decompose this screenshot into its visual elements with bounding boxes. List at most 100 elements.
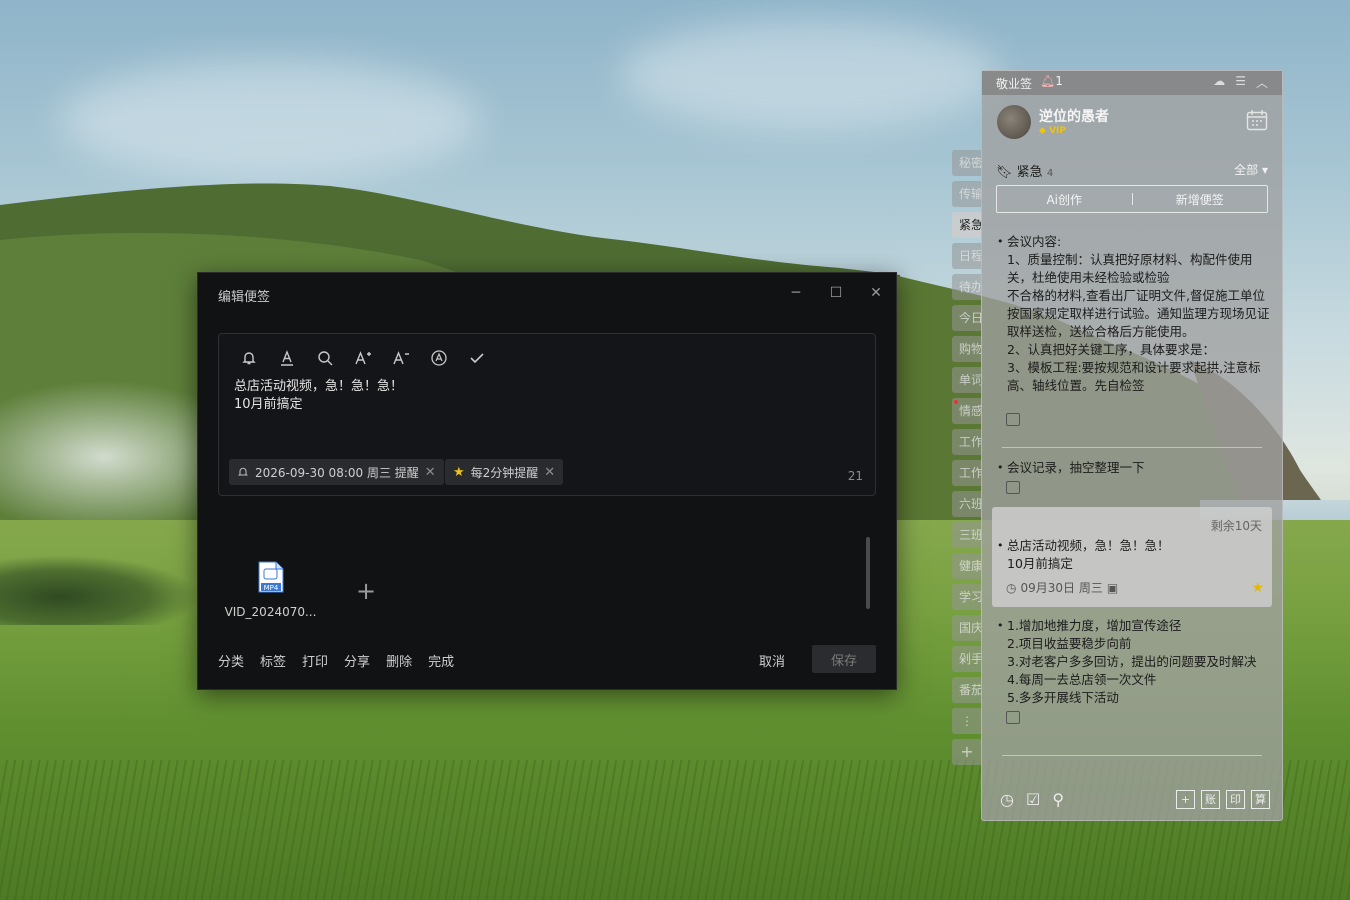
tab-category[interactable]: 日程 xyxy=(952,243,982,269)
tab-category[interactable]: 购物 xyxy=(952,336,982,362)
ai-create-button[interactable]: Ai创作 xyxy=(997,191,1132,208)
complete-button[interactable]: 完成 xyxy=(428,651,454,670)
ledger-button[interactable]: 账 xyxy=(1201,790,1220,809)
bell-icon: 🔔︎ xyxy=(1040,74,1056,88)
cloud-icon[interactable]: ☁ xyxy=(1213,74,1225,91)
save-button[interactable]: 保存 xyxy=(812,645,876,673)
panel-titlebar: 敬业签 🔔︎1 ☁ ☰ ︿ xyxy=(982,71,1282,95)
bell-icon xyxy=(237,467,249,476)
cancel-button[interactable]: 取消 xyxy=(759,651,785,670)
tab-category[interactable]: 番茄 xyxy=(952,677,982,703)
checklist-icon[interactable]: ☑ xyxy=(1026,790,1040,809)
reminder-chip-label: 2026-09-30 08:00 周三 提醒 xyxy=(255,465,419,480)
mp4-file-icon: MP4 xyxy=(258,561,284,593)
svg-text:MP4: MP4 xyxy=(263,584,278,592)
dialog-action-bar: 分类 标签 打印 分享 删除 完成 xyxy=(218,651,454,670)
tab-category[interactable]: 学习 xyxy=(952,584,982,610)
tab-category[interactable]: 国庆 xyxy=(952,615,982,641)
notes-panel: 敬业签 🔔︎1 ☁ ☰ ︿ 逆位的愚者 ◆ VIP 🔖︎ 紧急 4 全部 ▾ A… xyxy=(981,70,1283,821)
tab-category[interactable]: 传输 xyxy=(952,181,982,207)
bell-icon[interactable] xyxy=(237,346,261,370)
tab-category-active[interactable]: 紧急 xyxy=(952,212,982,238)
notification-badge[interactable]: 🔔︎1 xyxy=(1040,74,1063,88)
attachment-icon xyxy=(1006,413,1020,426)
attachment-item[interactable]: MP4 VID_2024070... xyxy=(223,561,318,619)
note-divider xyxy=(1002,447,1262,448)
editor-line: 10月前搞定 xyxy=(234,397,303,412)
add-button[interactable]: + xyxy=(1176,790,1195,809)
scrollbar[interactable] xyxy=(866,537,870,609)
text-color-icon[interactable] xyxy=(275,346,299,370)
note-text: 1.增加地推力度，增加宣传途径 2.项目收益要稳步向前 3.对老客户多多回访，提… xyxy=(1007,618,1257,705)
attachment-icon xyxy=(1006,711,1020,724)
search-icon[interactable] xyxy=(313,346,337,370)
add-category-icon[interactable]: + xyxy=(952,739,982,765)
add-attachment-button[interactable]: + xyxy=(356,577,376,605)
note-item[interactable]: • 1.增加地推力度，增加宣传途径 2.项目收益要稳步向前 3.对老客户多多回访… xyxy=(992,617,1272,724)
note-item[interactable]: • 会议内容: 1、质量控制：认真把好原材料、构配件使用关，杜绝使用未经检验或检… xyxy=(992,233,1272,433)
calculator-button[interactable]: 算 xyxy=(1251,790,1270,809)
clock-icon[interactable]: ◷ xyxy=(1000,790,1014,809)
collapse-icon[interactable]: ︿ xyxy=(1256,74,1268,91)
tab-category[interactable]: 工作 xyxy=(952,429,982,455)
minimize-button[interactable]: ─ xyxy=(786,283,806,303)
attachment-filename: VID_2024070... xyxy=(224,605,317,619)
username: 逆位的愚者 xyxy=(1039,109,1109,125)
app-title: 敬业签 xyxy=(996,77,1033,91)
note-meta: ◷ 09月30日 周三 ▣ xyxy=(1006,579,1272,597)
delete-button[interactable]: 删除 xyxy=(386,651,412,670)
notes-list: • 会议内容: 1、质量控制：认真把好原材料、构配件使用关，杜绝使用未经检验或检… xyxy=(982,231,1282,776)
maximize-button[interactable]: ☐ xyxy=(826,283,846,303)
print-button[interactable]: 打印 xyxy=(302,651,328,670)
ai-text-icon[interactable] xyxy=(427,346,451,370)
attachment-icon xyxy=(1006,481,1020,494)
tab-category[interactable]: 今日 xyxy=(952,305,982,331)
repeat-chip-label: 每2分钟提醒 xyxy=(470,465,539,480)
search-icon[interactable]: ⚲ xyxy=(1052,790,1064,809)
tab-category[interactable]: 秘密 xyxy=(952,150,982,176)
create-action-bar: Ai创作 新增便签 xyxy=(996,185,1268,213)
remove-repeat-icon[interactable]: ✕ xyxy=(544,465,555,480)
tag-button[interactable]: 标签 xyxy=(260,651,286,670)
tab-category[interactable]: 三班 xyxy=(952,522,982,548)
close-button[interactable]: ✕ xyxy=(866,283,886,303)
new-note-button[interactable]: 新增便签 xyxy=(1133,191,1268,208)
note-editor[interactable]: 总店活动视频，急！急！急！ 10月前搞定 2026-09-30 08:00 周三… xyxy=(218,333,876,496)
edit-note-dialog: 编辑便签 ─ ☐ ✕ 总店活动视频，急！急！急！ 10月前搞定 2026-09-… xyxy=(197,272,897,690)
font-increase-icon[interactable] xyxy=(351,346,375,370)
note-item[interactable]: • 会议记录，抽空整理一下 xyxy=(992,459,1272,494)
share-button[interactable]: 分享 xyxy=(344,651,370,670)
editor-content[interactable]: 总店活动视频，急！急！急！ 10月前搞定 xyxy=(234,378,403,414)
attachment-icon: ▣ xyxy=(1106,581,1119,595)
note-item-selected[interactable]: 剩余10天 • 总店活动视频，急！急！急！ 10月前搞定 ◷ 09月30日 周三… xyxy=(992,507,1272,607)
remove-reminder-icon[interactable]: ✕ xyxy=(425,465,436,480)
check-icon[interactable] xyxy=(465,346,489,370)
print-button[interactable]: 印 xyxy=(1226,790,1245,809)
repeat-chip[interactable]: ★ 每2分钟提醒 ✕ xyxy=(445,459,564,485)
clock-icon: ◷ xyxy=(1006,581,1017,595)
tab-category[interactable]: 单词 xyxy=(952,367,982,393)
font-decrease-icon[interactable] xyxy=(389,346,413,370)
more-icon[interactable]: ⋮ xyxy=(952,708,982,734)
remaining-days: 剩余10天 xyxy=(1210,519,1262,533)
tab-category[interactable]: 六班 xyxy=(952,491,982,517)
filter-dropdown[interactable]: 全部 ▾ xyxy=(1234,161,1268,178)
dialog-title: 编辑便签 xyxy=(218,290,271,305)
calendar-icon[interactable] xyxy=(1246,109,1268,131)
tab-category[interactable]: 工作 xyxy=(952,460,982,486)
reminder-chip[interactable]: 2026-09-30 08:00 周三 提醒 ✕ xyxy=(229,459,444,485)
tab-category[interactable]: 待办 xyxy=(952,274,982,300)
star-icon[interactable]: ★ xyxy=(1251,579,1264,597)
char-count: 21 xyxy=(847,469,863,483)
tab-category[interactable]: 剁手 xyxy=(952,646,982,672)
avatar[interactable] xyxy=(997,105,1031,139)
note-text: 会议记录，抽空整理一下 xyxy=(1007,460,1145,475)
menu-icon[interactable]: ☰ xyxy=(1235,74,1246,91)
current-category: 🔖︎ 紧急 4 xyxy=(996,165,1054,180)
tab-category[interactable]: 健康 xyxy=(952,553,982,579)
category-button[interactable]: 分类 xyxy=(218,651,244,670)
editor-toolbar xyxy=(237,346,489,370)
bookmark-icon: 🔖︎ xyxy=(996,165,1013,180)
note-date: 09月30日 周三 xyxy=(1020,581,1103,595)
tab-category[interactable]: 情感 xyxy=(952,398,982,424)
